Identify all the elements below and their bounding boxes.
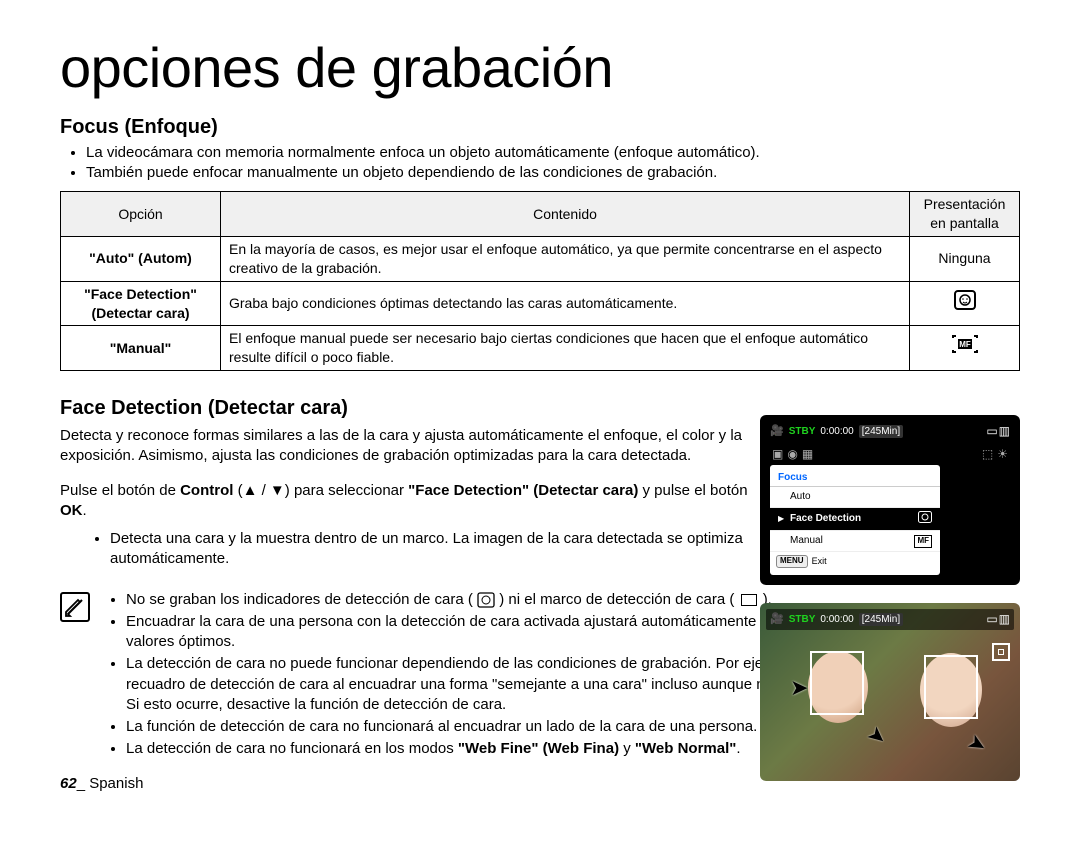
menu-badge: MENU <box>776 555 808 568</box>
manual-focus-icon: MF <box>914 535 932 548</box>
table-row: "Manual" El enfoque manual puede ser nec… <box>61 326 1020 371</box>
mode-icon: ☀ <box>997 446 1008 462</box>
opt-manual-content: El enfoque manual puede ser necesario ba… <box>221 326 910 371</box>
focus-menu-panel: Focus Auto Face Detection Manual MF MENU… <box>770 465 940 575</box>
menu-item-auto[interactable]: Auto <box>770 487 940 508</box>
table-row: "Auto" (Autom) En la mayoría de casos, e… <box>61 236 1020 281</box>
lcd-mode-icons: ▣◉ ▦ ⬚☀ <box>772 446 1008 462</box>
control-sub-list: Detecta una cara y la muestra dentro de … <box>60 529 760 570</box>
lcd-status-bar: 🎥 STBY 0:00:00 [245Min] ▭▥ <box>766 609 1014 630</box>
opt-manual-label: "Manual" <box>61 326 221 371</box>
stby-label: STBY <box>789 613 816 627</box>
page-title: opciones de grabación <box>60 30 1020 106</box>
timecode: 0:00:00 <box>820 613 853 627</box>
status-icons: ▭▥ <box>985 423 1010 440</box>
lcd-live-preview: 🎥 STBY 0:00:00 [245Min] ▭▥ ➤ ➤ ➤ <box>760 603 1020 781</box>
cursor-icon: ➤ <box>861 719 894 754</box>
face-detection-section: Face Detection (Detectar cara) Detecta y… <box>60 395 1020 762</box>
lcd-preview-column: 🎥 STBY 0:00:00 [245Min] ▭▥ ▣◉ ▦ ⬚☀ Focus … <box>760 415 1020 799</box>
photo-icon: ◉ <box>787 446 797 462</box>
exit-label: Exit <box>812 555 827 567</box>
cursor-icon: ➤ <box>962 727 993 762</box>
col-display: Presentación en pantalla <box>910 192 1020 237</box>
face-indicator-icon <box>477 591 499 608</box>
svg-text:MF: MF <box>959 340 971 349</box>
face-detection-desc: Detecta y reconoce formas similares a la… <box>60 426 750 467</box>
lcd-status-bar: 🎥 STBY 0:00:00 [245Min] ▭▥ <box>766 421 1014 442</box>
opt-manual-display: MF <box>910 326 1020 371</box>
face-detection-frame <box>810 651 864 715</box>
opt-facedetect-display <box>910 281 1020 326</box>
menu-title: Focus <box>770 469 940 488</box>
lcd-menu-screen: 🎥 STBY 0:00:00 [245Min] ▭▥ ▣◉ ▦ ⬚☀ Focus … <box>760 415 1020 585</box>
face-frame-icon <box>741 594 757 606</box>
opt-auto-display: Ninguna <box>910 236 1020 281</box>
play-icon: ▦ <box>802 446 813 462</box>
control-instruction: Pulse el botón de Control (▲ / ▼) para s… <box>60 481 750 522</box>
face-detect-icon <box>953 289 977 319</box>
menu-item-manual[interactable]: Manual MF <box>770 531 940 552</box>
focus-intro-list: La videocámara con memoria normalmente e… <box>60 143 1020 184</box>
mode-rec-icon: ⬚ <box>982 446 993 462</box>
opt-facedetect-content: Graba bajo condiciones óptimas detectand… <box>221 281 910 326</box>
camcorder-icon: 🎥 <box>770 612 784 627</box>
opt-auto-label: "Auto" (Autom) <box>61 236 221 281</box>
opt-facedetect-label: "Face Detection" (Detectar cara) <box>61 281 221 326</box>
focus-heading: Focus (Enfoque) <box>60 114 1020 141</box>
camcorder-icon: 🎥 <box>770 424 784 439</box>
face-detect-icon <box>918 511 932 528</box>
menu-exit-row[interactable]: MENU Exit <box>770 552 940 571</box>
stby-label: STBY <box>789 425 816 439</box>
col-content: Contenido <box>221 192 910 237</box>
table-row: "Face Detection" (Detectar cara) Graba b… <box>61 281 1020 326</box>
menu-item-face-detection[interactable]: Face Detection <box>770 508 940 532</box>
duration-badge: [245Min] <box>859 613 903 627</box>
cursor-icon: ➤ <box>790 673 808 703</box>
timecode: 0:00:00 <box>820 425 853 439</box>
video-icon: ▣ <box>772 446 783 462</box>
focus-options-table: Opción Contenido Presentación en pantall… <box>60 191 1020 371</box>
opt-auto-content: En la mayoría de casos, es mejor usar el… <box>221 236 910 281</box>
focus-intro-item: La videocámara con memoria normalmente e… <box>86 143 1020 163</box>
status-icons: ▭▥ <box>985 611 1010 628</box>
col-option: Opción <box>61 192 221 237</box>
manual-focus-icon: MF <box>951 334 979 362</box>
note-icon <box>60 592 90 622</box>
control-sub-item: Detecta una cara y la muestra dentro de … <box>110 529 760 570</box>
face-detection-frame <box>924 655 978 719</box>
focus-intro-item: También puede enfocar manualmente un obj… <box>86 163 1020 183</box>
duration-badge: [245Min] <box>859 425 903 439</box>
face-detect-indicator-icon <box>992 643 1010 661</box>
